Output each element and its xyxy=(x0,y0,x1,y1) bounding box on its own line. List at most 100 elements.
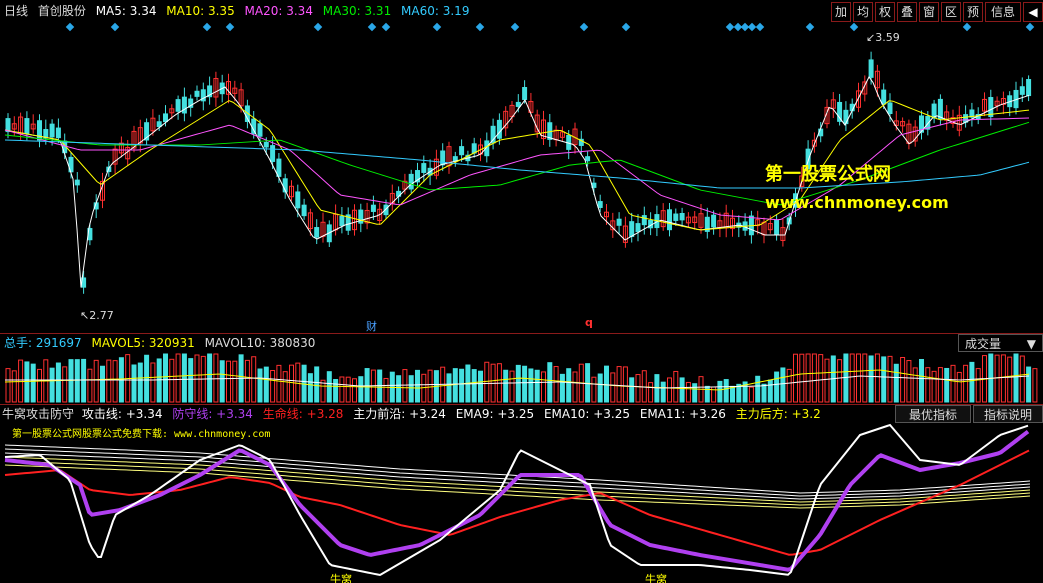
volume-bar xyxy=(919,358,924,403)
volume-bar xyxy=(893,363,899,403)
volume-bar xyxy=(604,365,609,403)
volume-bar xyxy=(478,370,483,403)
candle-body xyxy=(194,90,200,97)
volume-bar xyxy=(717,380,723,403)
volume-bar xyxy=(257,368,263,403)
volume-bar xyxy=(112,360,118,403)
signal-diamond-icon xyxy=(202,22,212,32)
volume-bar xyxy=(1026,366,1032,403)
signal-diamond-icon xyxy=(579,22,589,32)
volume-bar xyxy=(446,373,452,403)
indicator-panel[interactable]: 牛窝攻击防守 攻击线: +3.34 防守线: +3.34 生命线: +3.28 … xyxy=(0,405,1043,583)
signal-diamond-icon xyxy=(65,22,75,32)
volume-bar xyxy=(345,376,351,403)
finance-marker[interactable]: 财 xyxy=(366,318,377,333)
signal-diamond-icon xyxy=(367,22,377,32)
q-marker[interactable]: q xyxy=(585,316,593,329)
candle-body xyxy=(887,102,893,115)
volume-bar xyxy=(761,383,767,403)
volume-bar xyxy=(648,382,654,403)
volume-bar xyxy=(49,367,55,403)
volume-bar xyxy=(30,363,36,403)
candle-body xyxy=(421,163,427,173)
candle-body xyxy=(263,141,269,148)
candle-body xyxy=(452,156,458,162)
volume-bar xyxy=(24,361,30,403)
niuwo-label-1: 牛窝 xyxy=(330,573,352,583)
volume-bar xyxy=(509,370,515,403)
volume-bar xyxy=(232,360,238,403)
volume-bar xyxy=(748,386,754,403)
volume-bar xyxy=(900,356,906,403)
volume-bar xyxy=(591,376,597,403)
watermark-title: 第一股票公式网 xyxy=(765,164,891,185)
candle-body xyxy=(515,101,521,107)
volume-bar xyxy=(150,362,156,403)
volume-bar xyxy=(937,367,943,403)
volume-bar xyxy=(541,371,546,403)
candle-body xyxy=(257,123,263,137)
signal-diamond-icon xyxy=(1025,22,1035,32)
low-price-label: ↖2.77 xyxy=(80,309,114,322)
candle-body xyxy=(175,99,181,112)
volume-bar xyxy=(780,367,786,403)
volume-panel[interactable]: 总手: 291697 MAVOL5: 320931 MAVOL10: 38083… xyxy=(0,334,1043,404)
signal-diamond-icon xyxy=(747,22,757,32)
download-text: 第一股票公式网股票公式免费下载: www.chnmoney.com xyxy=(12,429,271,440)
volume-bar xyxy=(849,353,855,403)
volume-bar xyxy=(597,373,603,403)
candle-body xyxy=(585,156,591,162)
signal-diamond-icon xyxy=(381,22,391,32)
volume-bar xyxy=(1000,354,1006,403)
volume-bar xyxy=(87,368,93,403)
volume-bar xyxy=(459,368,465,403)
volume-chart[interactable] xyxy=(0,334,1043,404)
volume-bar xyxy=(131,364,137,403)
main-band-line xyxy=(4,464,1031,509)
volume-bar xyxy=(767,379,773,403)
volume-bar xyxy=(755,375,761,403)
candle-body xyxy=(616,218,622,226)
watermark-url: www.chnmoney.com xyxy=(765,193,949,212)
volume-bar xyxy=(799,353,805,403)
volume-bar xyxy=(994,354,1000,403)
volume-bar xyxy=(156,358,162,403)
volume-bar xyxy=(358,376,364,403)
volume-bar xyxy=(774,371,780,403)
candle-body xyxy=(55,127,61,139)
volume-bar xyxy=(383,377,389,403)
volume-bar xyxy=(1013,353,1019,403)
volume-bar xyxy=(793,353,798,403)
candle-body xyxy=(459,146,465,156)
volume-bar xyxy=(944,367,950,403)
candle-body xyxy=(295,191,301,209)
volume-bar xyxy=(219,360,225,403)
volume-bar xyxy=(251,356,257,403)
candle-body xyxy=(843,109,849,125)
volume-bar xyxy=(396,375,402,403)
candle-body xyxy=(988,97,994,118)
candle-body xyxy=(881,89,887,105)
price-panel[interactable]: 日线 首创股份 MA5: 3.34 MA10: 3.35 MA20: 3.34 … xyxy=(0,0,1043,333)
candle-body xyxy=(641,215,647,226)
candle-body xyxy=(5,118,11,133)
volume-bar xyxy=(730,385,735,403)
candle-body xyxy=(1026,79,1032,97)
volume-bar xyxy=(289,364,294,403)
signal-diamond-icon xyxy=(110,22,120,32)
volume-bar xyxy=(515,364,521,403)
candle-body xyxy=(522,87,528,100)
volume-bar xyxy=(786,368,792,403)
defense-line xyxy=(4,429,1030,572)
volume-bar xyxy=(862,353,868,403)
volume-bar xyxy=(1019,355,1025,403)
volume-bar xyxy=(622,366,628,403)
candle-body xyxy=(667,209,672,231)
volume-bar xyxy=(270,369,276,403)
volume-bar xyxy=(685,381,691,403)
candle-body xyxy=(868,59,874,78)
volume-bar xyxy=(314,366,320,403)
volume-bar xyxy=(667,377,672,403)
signal-diamond-icon xyxy=(755,22,765,32)
volume-bar xyxy=(188,358,194,403)
